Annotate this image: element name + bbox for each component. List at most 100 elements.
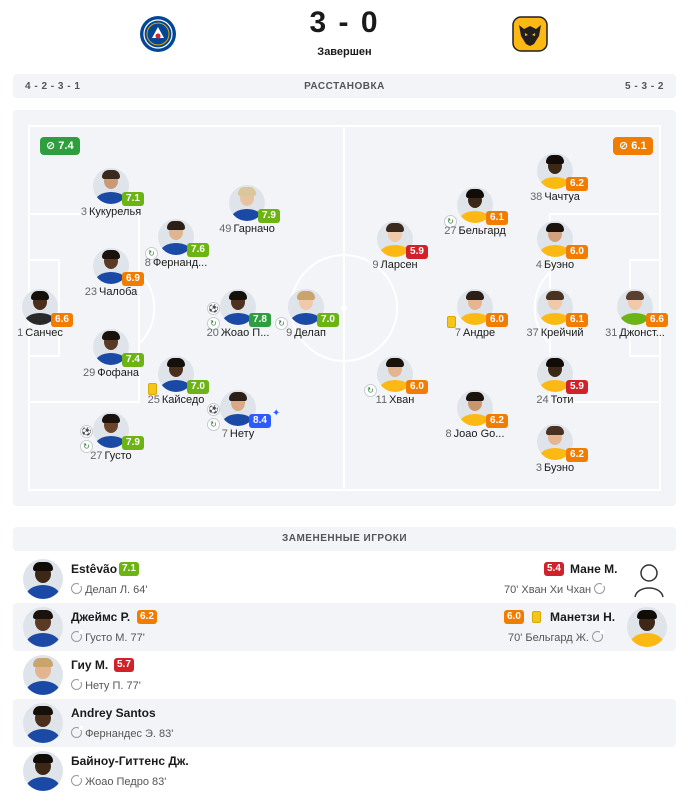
away-player[interactable]: 5.9 24 Тоти [510,356,600,426]
match-status: Завершен [317,46,372,58]
player-number: 9 [372,259,379,271]
replaced-player: Густо М. 77' [85,632,145,644]
substitution-icon [594,582,607,594]
placeholder-avatar-icon[interactable] [627,557,671,601]
home-sub-rating: 5.7 [114,658,134,672]
away-player[interactable]: 6.2 3 Буэно [510,424,600,494]
player-rating: 6.1 [566,313,588,327]
away-sub-replaced: 70' Хван Хи Чхан [504,582,607,596]
home-sub-name[interactable]: Estêvão [71,562,117,576]
player-label: Фернанд... [152,257,208,269]
replaced-player: Фернандес Э. 83' [85,728,174,740]
home-sub-replaced: Фернандес Э. 83' [71,726,174,740]
wolves-crest-icon [512,16,548,52]
player-number: 8 [445,428,452,440]
home-sub-name[interactable]: Гиу М. [71,658,108,672]
player-number: 31 [605,327,618,339]
player-name: 27 Густо [66,450,156,462]
player-label: Кукурелья [88,206,142,218]
home-sub-photo[interactable] [23,751,63,791]
away-sub-photo[interactable] [627,607,667,647]
player-number: 24 [536,394,549,406]
rating-icon: ⊘ [619,140,632,152]
player-label: Нету [229,428,255,440]
away-player[interactable]: 6.2 8 Joao Go... [430,390,520,460]
player-number: 11 [375,394,388,406]
home-team-rating-value: 7.4 [58,140,74,152]
home-player[interactable]: 8.4 ✦ ⚽ ↻ 7 Нету [193,390,283,460]
player-number: 20 [206,327,219,339]
player-rating: 6.6 [646,313,668,327]
player-name: 3 Кукурелья [66,206,156,218]
player-label: Тоти [550,394,574,406]
player-rating: 6.0 [566,245,588,259]
substitution-icon [71,678,83,690]
player-rating: 5.9 [406,245,428,259]
player-name: 3 Буэно [510,462,600,474]
away-sub-name[interactable]: Манетзи Н. [550,610,615,624]
player-number: 29 [82,367,96,379]
substitution-icon [71,726,83,738]
player-rating: 6.1 [486,211,508,225]
home-sub-photo[interactable] [23,607,63,647]
player-rating: 6.2 [486,414,508,428]
substitution-icon [71,582,83,594]
player-label: Джонст... [619,327,665,339]
player-label: Буэно [543,259,575,271]
player-rating: 5.9 [566,380,588,394]
player-name: 7 Нету [193,428,283,440]
player-rating: 7.1 [122,192,144,206]
player-label: Чалоба [98,286,138,298]
away-player[interactable]: 6.1 ↻ 27 Бельгард [430,187,520,257]
player-number: 49 [219,223,232,235]
player-number: 27 [444,225,457,237]
home-sub-photo[interactable] [23,559,63,599]
goal-ball-icon: ⚽ [80,425,93,438]
player-name: 37 Крейчий [510,327,600,339]
home-sub-replaced: Густо М. 77' [71,630,145,644]
player-number: 7 [221,428,228,440]
away-sub-name[interactable]: Мане М. [570,562,617,576]
star-icon: ✦ [272,408,281,419]
away-player[interactable]: 6.6 31 Джонст... [590,289,680,359]
away-formation: 5 - 3 - 2 [625,81,664,92]
player-label: Густо [104,450,132,462]
player-rating: 6.9 [122,272,144,286]
player-rating: 6.6 [51,313,73,327]
player-rating: 7.9 [258,209,280,223]
away-player[interactable]: 5.9 9 Ларсен [350,221,440,291]
player-number: 7 [454,327,462,339]
home-sub-replaced: Жоао Педро 83' [71,774,167,788]
away-player[interactable]: 6.0 7 Андре [430,289,520,359]
away-team-logo[interactable] [508,12,552,56]
player-label: Хван [389,394,415,406]
home-sub-photo[interactable] [23,655,63,695]
replaced-player: Жоао Педро 83' [85,776,167,788]
substitution-icon [71,630,83,642]
home-player[interactable]: 7.9 ⚽ ↻ 27 Густо [66,412,156,482]
home-sub-name[interactable]: Джеймс Р. [71,610,130,624]
player-name: 38 Чачтуа [510,191,600,203]
player-rating: 6.2 [566,448,588,462]
home-player[interactable]: 7.0 ↻ 9 Делап [261,289,351,359]
away-player[interactable]: 6.0 ↻ 11 Хван [350,356,440,426]
home-sub-name[interactable]: Байноу-Гиттенс Дж. [71,754,189,768]
player-number: 1 [17,327,24,339]
away-player[interactable]: 6.1 37 Крейчий [510,289,600,359]
player-label: Гарначо [233,223,275,235]
player-rating: 8.4 [249,414,271,428]
substitution-row: Andrey Santos Фернандес Э. 83' [13,699,676,747]
player-name: 8 Joao Go... [430,428,520,440]
home-sub-name[interactable]: Andrey Santos [71,706,156,720]
player-label: Бельгард [458,225,506,237]
away-player[interactable]: 6.0 4 Буэно [510,221,600,291]
replaced-player: Делап Л. 64' [85,584,148,596]
away-player[interactable]: 6.2 38 Чачтуа [510,153,600,223]
substitution-row: Байноу-Гиттенс Дж. Жоао Педро 83' [13,747,676,795]
home-sub-photo[interactable] [23,703,63,743]
formation-bar: 4 - 2 - 3 - 1 РАССТАНОВКА 5 - 3 - 2 [13,74,676,98]
player-rating: 7.9 [122,436,144,450]
player-label: Делап [294,327,326,339]
player-number: 23 [84,286,97,298]
player-number: 3 [535,462,542,474]
